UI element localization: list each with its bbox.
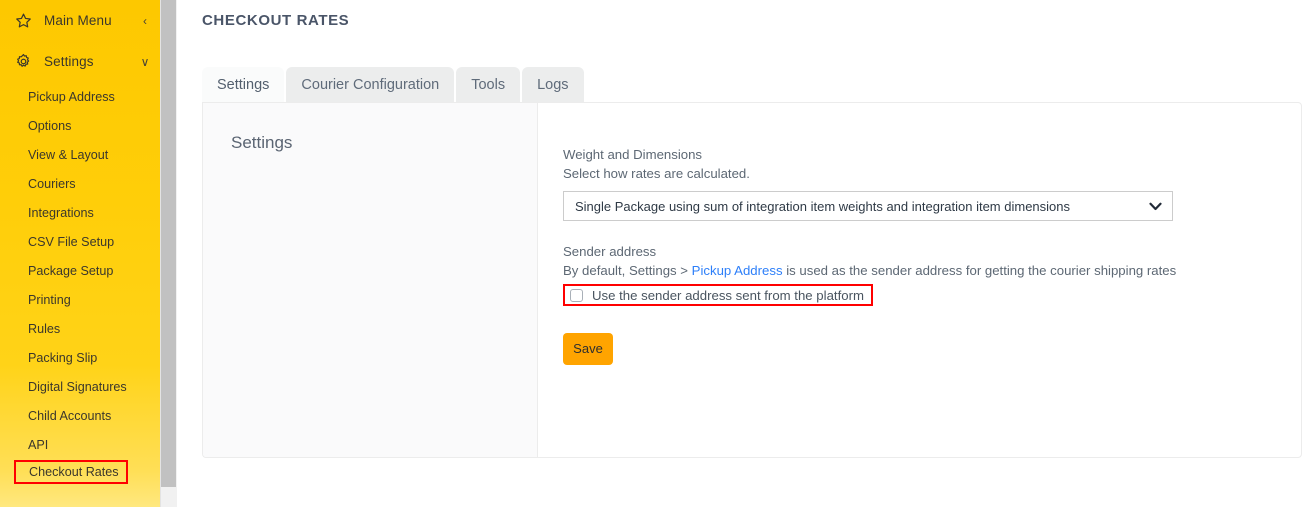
sidebar-item-label: Checkout Rates bbox=[29, 465, 119, 479]
sender-desc-suffix: is used as the sender address for gettin… bbox=[782, 263, 1177, 278]
app-window: Main Menu ‹ Settings ∨ Pickup Address Op… bbox=[0, 0, 1314, 507]
sidebar-item-label: Printing bbox=[28, 292, 71, 307]
tab-bar: Settings Courier Configuration Tools Log… bbox=[202, 67, 586, 102]
sidebar-item-view-layout[interactable]: View & Layout bbox=[0, 140, 160, 169]
sidebar-item-label: Digital Signatures bbox=[28, 379, 127, 394]
sidebar-item-api[interactable]: API bbox=[0, 430, 160, 459]
tab-label: Courier Configuration bbox=[301, 76, 440, 93]
sender-address-label: Sender address bbox=[563, 244, 657, 259]
sidebar-item-child-accounts[interactable]: Child Accounts bbox=[0, 401, 160, 430]
checkbox-label: Use the sender address sent from the pla… bbox=[592, 287, 864, 303]
star-icon bbox=[14, 11, 33, 30]
chevron-left-icon[interactable]: ‹ bbox=[136, 14, 154, 28]
weight-dimensions-label: Weight and Dimensions bbox=[563, 147, 703, 162]
card-right-pane: Weight and Dimensions Select how rates a… bbox=[538, 103, 1301, 457]
sidebar-scrollbar-thumb[interactable] bbox=[161, 0, 176, 487]
card-left-pane: Settings bbox=[203, 103, 538, 457]
sidebar-item-label: Main Menu bbox=[44, 13, 112, 28]
sidebar-item-label: Options bbox=[28, 118, 72, 133]
sidebar-item-options[interactable]: Options bbox=[0, 111, 160, 140]
sidebar: Main Menu ‹ Settings ∨ Pickup Address Op… bbox=[0, 0, 160, 507]
sidebar-item-label: Rules bbox=[28, 321, 61, 336]
sidebar-item-couriers[interactable]: Couriers bbox=[0, 169, 160, 198]
sender-address-group: Sender address By default, Settings > Pi… bbox=[563, 242, 1301, 307]
sidebar-item-label: Settings bbox=[44, 54, 94, 69]
sidebar-item-label: Package Setup bbox=[28, 263, 114, 278]
sidebar-item-label: Child Accounts bbox=[28, 408, 112, 423]
sidebar-item-package-setup[interactable]: Package Setup bbox=[0, 256, 160, 285]
sender-address-description: By default, Settings > Pickup Address is… bbox=[563, 261, 1301, 280]
chevron-down-icon[interactable]: ∨ bbox=[136, 55, 154, 69]
sidebar-item-settings[interactable]: Settings ∨ bbox=[0, 41, 160, 82]
section-title: Settings bbox=[231, 133, 293, 152]
save-button[interactable]: Save bbox=[563, 332, 613, 365]
gear-icon bbox=[14, 52, 33, 71]
tab-settings[interactable]: Settings bbox=[202, 67, 285, 102]
tab-label: Settings bbox=[217, 76, 270, 93]
sidebar-item-label: View & Layout bbox=[28, 147, 109, 162]
rate-calculation-selected-value: Single Package using sum of integration … bbox=[575, 198, 1070, 214]
sidebar-item-packing-slip[interactable]: Packing Slip bbox=[0, 343, 160, 372]
sidebar-item-pickup-address[interactable]: Pickup Address bbox=[0, 82, 160, 111]
tab-label: Tools bbox=[471, 76, 506, 93]
sidebar-item-checkout-rates[interactable]: Checkout Rates bbox=[14, 460, 128, 484]
chevron-down-icon bbox=[1149, 202, 1162, 211]
sender-desc-prefix: By default, Settings > bbox=[563, 263, 692, 278]
sidebar-item-label: CSV File Setup bbox=[28, 234, 115, 249]
tab-tools[interactable]: Tools bbox=[456, 67, 521, 102]
use-platform-sender-address-checkbox-row[interactable]: Use the sender address sent from the pla… bbox=[563, 284, 873, 306]
sidebar-item-rules[interactable]: Rules bbox=[0, 314, 160, 343]
tab-courier-configuration[interactable]: Courier Configuration bbox=[286, 67, 455, 102]
weight-and-dimensions-group: Weight and Dimensions Select how rates a… bbox=[563, 145, 1301, 221]
sidebar-item-digital-signatures[interactable]: Digital Signatures bbox=[0, 372, 160, 401]
sidebar-item-csv-file-setup[interactable]: CSV File Setup bbox=[0, 227, 160, 256]
sidebar-item-main-menu[interactable]: Main Menu ‹ bbox=[0, 0, 160, 41]
sidebar-item-integrations[interactable]: Integrations bbox=[0, 198, 160, 227]
settings-card: Settings Weight and Dimensions Select ho… bbox=[202, 102, 1302, 458]
pickup-address-link[interactable]: Pickup Address bbox=[692, 263, 783, 278]
sidebar-item-label: Packing Slip bbox=[28, 350, 98, 365]
page-title: CHECKOUT RATES bbox=[202, 12, 350, 29]
sidebar-item-label: API bbox=[28, 437, 49, 452]
rate-calculation-select[interactable]: Single Package using sum of integration … bbox=[563, 191, 1173, 221]
tab-logs[interactable]: Logs bbox=[522, 67, 584, 102]
sidebar-item-label: Couriers bbox=[28, 176, 76, 191]
weight-dimensions-description: Select how rates are calculated. bbox=[563, 166, 750, 181]
sidebar-item-printing[interactable]: Printing bbox=[0, 285, 160, 314]
checkbox-icon[interactable] bbox=[570, 288, 583, 302]
tab-label: Logs bbox=[537, 76, 569, 93]
sidebar-item-label: Pickup Address bbox=[28, 89, 115, 104]
sidebar-item-label: Integrations bbox=[28, 205, 94, 220]
main-content: CHECKOUT RATES Settings Courier Configur… bbox=[177, 0, 1314, 507]
